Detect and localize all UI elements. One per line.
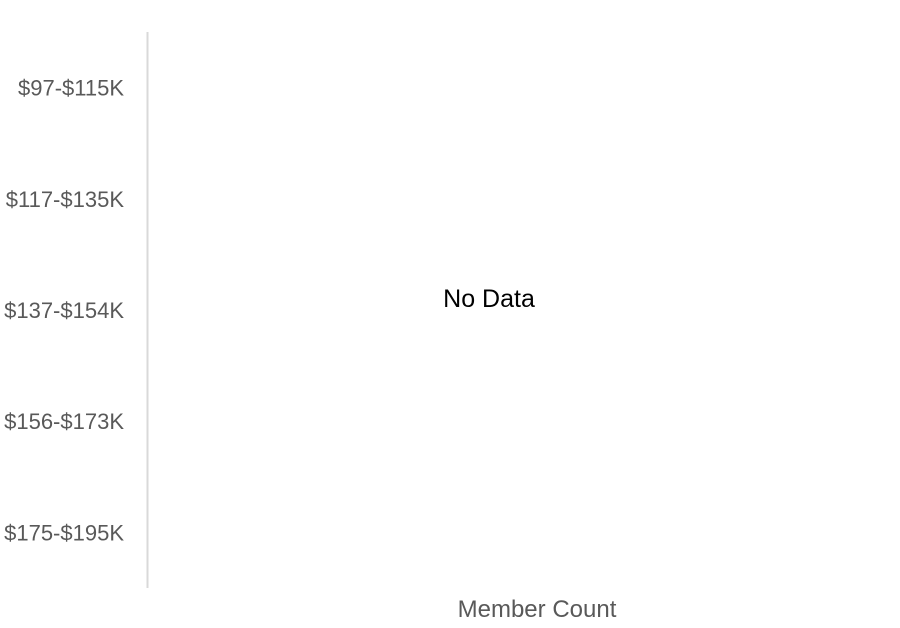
y-axis-tick-label: $97-$115K (18, 76, 124, 101)
y-axis-tick-label: $117-$135K (6, 187, 125, 212)
bar-chart: $97-$115K $117-$135K $137-$154K $156-$173K $… (4, 32, 617, 623)
x-axis-title: Member Count (458, 596, 617, 623)
y-axis-tick-label: $175-$195K (4, 520, 124, 545)
y-axis-tick-label: $137-$154K (4, 298, 124, 323)
y-axis-tick-labels: $97-$115K $117-$135K $137-$154K $156-$173K $… (4, 76, 124, 546)
no-data-message: No Data (443, 285, 535, 313)
y-axis-tick-label: $156-$173K (4, 409, 124, 434)
